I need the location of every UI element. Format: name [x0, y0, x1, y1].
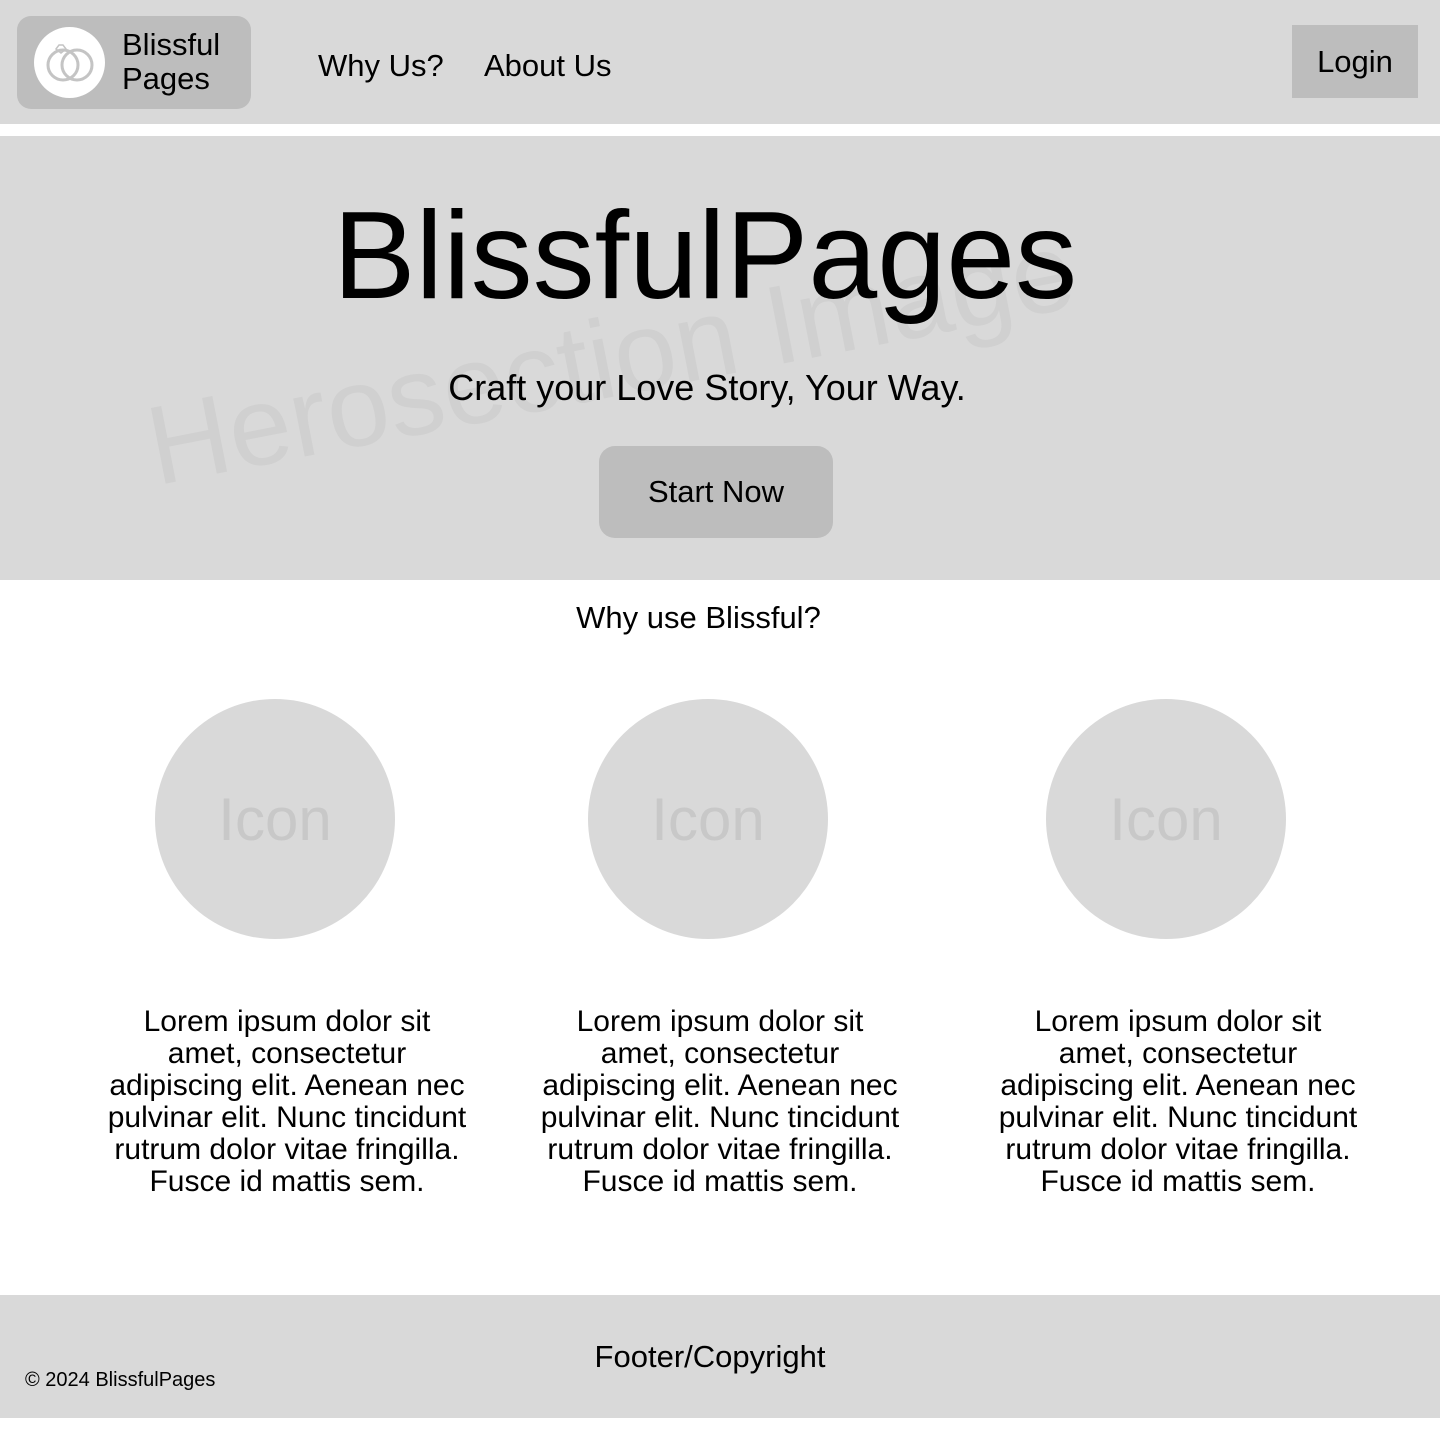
wedding-rings-icon: [34, 27, 105, 98]
feature-icon-placeholder: Icon: [155, 699, 395, 939]
hero-title: BlissfulPages: [332, 187, 1078, 325]
logo-text-line1: Blissful: [122, 27, 221, 62]
nav-about-us[interactable]: About Us: [484, 48, 612, 84]
feature-description: Lorem ipsum dolor sit amet, consectetur …: [107, 1005, 467, 1198]
copyright-text: © 2024 BlissfulPages: [25, 1369, 216, 1391]
logo-text-line2: Pages: [122, 61, 210, 96]
nav-why-us[interactable]: Why Us?: [318, 48, 444, 84]
login-button[interactable]: Login: [1292, 25, 1418, 98]
start-now-button[interactable]: Start Now: [599, 446, 833, 538]
hero-section: Herosection Image BlissfulPages Craft yo…: [0, 136, 1440, 580]
site-footer: Footer/Copyright © 2024 BlissfulPages: [0, 1295, 1440, 1418]
why-heading: Why use Blissful?: [576, 600, 821, 635]
feature-icon-label: Icon: [218, 785, 332, 853]
feature-icon-label: Icon: [1109, 785, 1223, 853]
logo-text: Blissful Pages: [122, 28, 220, 96]
feature-description: Lorem ipsum dolor sit amet, consectetur …: [540, 1005, 900, 1198]
feature-icon-label: Icon: [651, 785, 765, 853]
hero-tagline: Craft your Love Story, Your Way.: [448, 367, 966, 408]
feature-icon-placeholder: Icon: [1046, 699, 1286, 939]
site-header: Blissful Pages Why Us? About Us Login: [0, 0, 1440, 124]
feature-description: Lorem ipsum dolor sit amet, consectetur …: [998, 1005, 1358, 1198]
logo[interactable]: Blissful Pages: [17, 16, 251, 109]
feature-icon-placeholder: Icon: [588, 699, 828, 939]
